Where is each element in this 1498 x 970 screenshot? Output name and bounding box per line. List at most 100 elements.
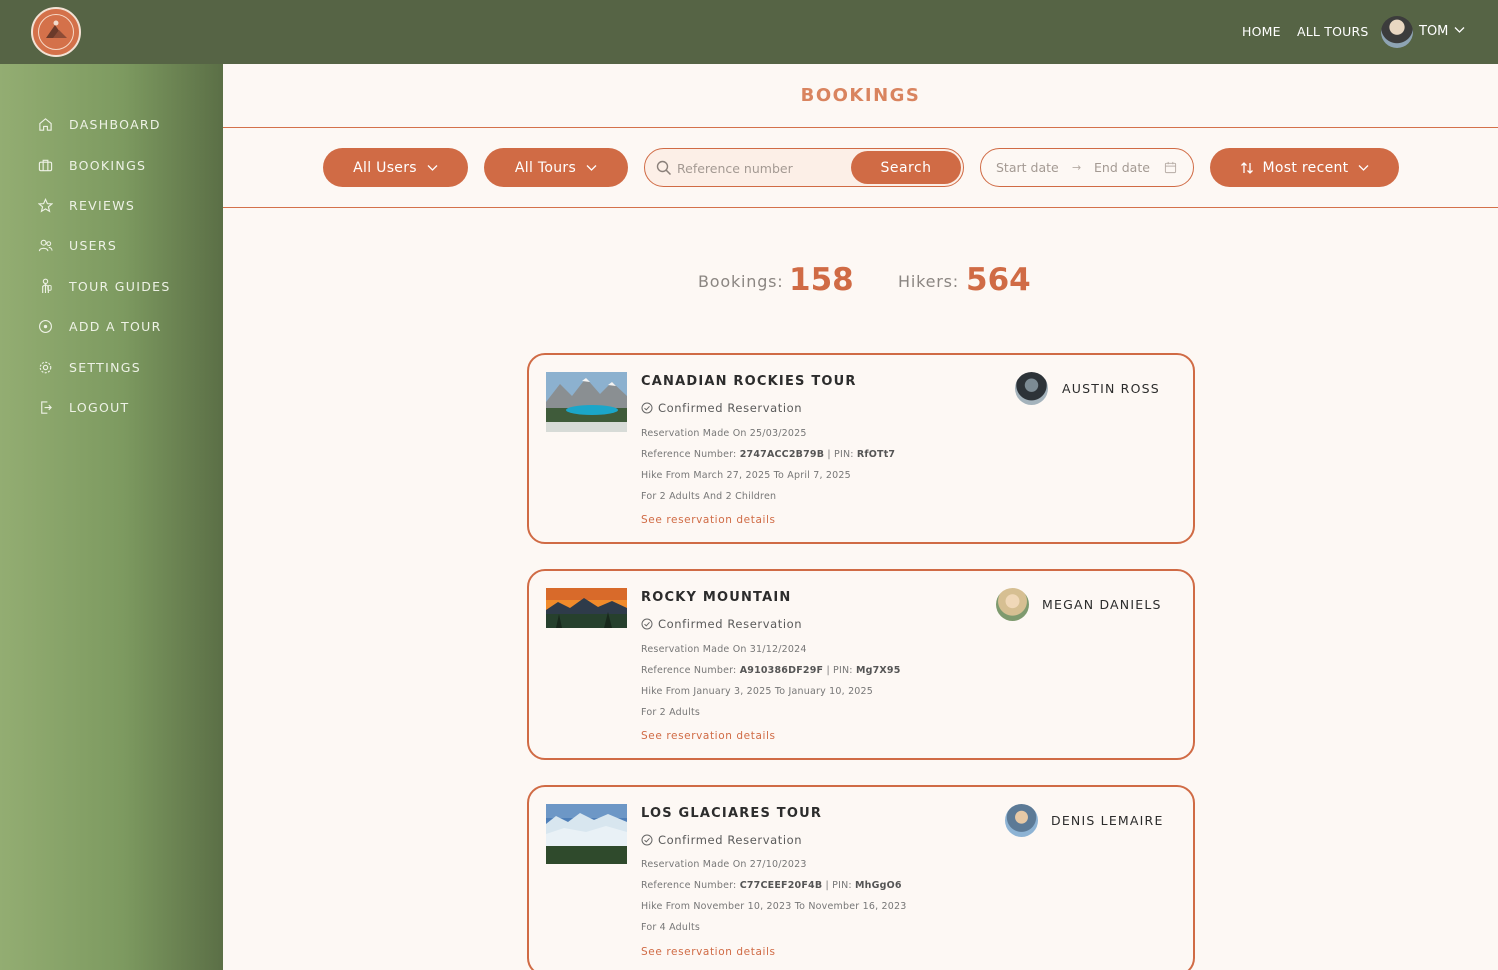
top-bar: HOME ALL TOURS TOM xyxy=(0,0,1498,64)
hike-dates: Hike From November 10, 2023 To November … xyxy=(641,901,907,912)
add-circle-icon xyxy=(36,317,54,335)
sidebar-item-settings[interactable]: SETTINGS xyxy=(36,357,141,377)
check-circle-icon xyxy=(641,834,653,846)
sidebar-item-label: BOOKINGS xyxy=(69,157,147,173)
party-size: For 4 Adults xyxy=(641,922,701,933)
reservation-status: Confirmed Reservation xyxy=(641,833,802,847)
avatar[interactable] xyxy=(996,588,1029,621)
reservation-status: Confirmed Reservation xyxy=(641,401,802,415)
page-title: BOOKINGS xyxy=(800,85,921,106)
nav-all-tours[interactable]: ALL TOURS xyxy=(1297,24,1369,39)
status-text: Confirmed Reservation xyxy=(658,833,803,847)
start-date-field[interactable]: Start date xyxy=(996,160,1059,175)
filter-bar: All Users All Tours Search Start date → … xyxy=(223,128,1498,208)
search-box: Search xyxy=(644,148,964,187)
sort-label: Most recent xyxy=(1262,159,1349,176)
tour-thumbnail[interactable] xyxy=(546,588,627,628)
reservation-details-link[interactable]: See reservation details xyxy=(641,730,776,742)
sidebar-item-label: TOUR GUIDES xyxy=(69,278,171,294)
arrow-right-icon: → xyxy=(1072,161,1082,174)
sidebar-item-bookings[interactable]: BOOKINGS xyxy=(36,155,146,175)
status-text: Confirmed Reservation xyxy=(658,617,803,631)
reference-label: Reference Number: xyxy=(641,665,737,676)
users-icon xyxy=(36,236,54,254)
sidebar-item-logout[interactable]: LOGOUT xyxy=(36,397,129,417)
sidebar-item-label: USERS xyxy=(69,237,118,253)
reference-number-input[interactable] xyxy=(677,157,847,179)
pin-code: MhGgO6 xyxy=(855,880,902,891)
chevron-down-icon xyxy=(1358,164,1369,171)
end-date-field[interactable]: End date xyxy=(1094,160,1150,175)
sidebar-item-label: REVIEWS xyxy=(69,197,136,213)
bookings-count: 158 xyxy=(789,262,854,298)
mountain-icon xyxy=(46,20,67,38)
calendar-icon xyxy=(1164,161,1177,174)
tours-filter-dropdown[interactable]: All Tours xyxy=(484,148,628,187)
reservation-date: Reservation Made On 31/12/2024 xyxy=(641,644,807,655)
sidebar-item-users[interactable]: USERS xyxy=(36,235,117,255)
briefcase-icon xyxy=(36,156,54,174)
sort-dropdown[interactable]: Most recent xyxy=(1210,148,1399,187)
logout-icon xyxy=(36,398,54,416)
reference-label: Reference Number: xyxy=(641,880,737,891)
avatar[interactable] xyxy=(1005,804,1038,837)
user-menu-name[interactable]: TOM xyxy=(1419,24,1448,39)
pin-code: RfOTt7 xyxy=(856,449,896,460)
sidebar-item-reviews[interactable]: REVIEWS xyxy=(36,195,135,215)
booking-user-name[interactable]: DENIS LEMAIRE xyxy=(1051,813,1164,828)
sort-icon xyxy=(1240,161,1253,174)
reservation-details-link[interactable]: See reservation details xyxy=(641,946,776,958)
nav-home[interactable]: HOME xyxy=(1242,24,1281,39)
tour-thumbnail[interactable] xyxy=(546,372,627,432)
user-avatar[interactable] xyxy=(1381,16,1413,48)
reservation-date: Reservation Made On 27/10/2023 xyxy=(641,859,807,870)
chevron-down-icon[interactable] xyxy=(1454,26,1465,34)
pin-label: | PIN: xyxy=(827,449,854,460)
reservation-status: Confirmed Reservation xyxy=(641,617,802,631)
pin-code: Mg7X95 xyxy=(855,665,901,676)
sidebar-item-label: ADD A TOUR xyxy=(69,318,162,334)
users-filter-label: All Users xyxy=(353,159,417,176)
reservation-date: Reservation Made On 25/03/2025 xyxy=(641,428,807,439)
tour-name: LOS GLACIARES TOUR xyxy=(641,806,823,821)
date-range-picker[interactable]: Start date → End date xyxy=(980,148,1194,187)
hike-dates: Hike From January 3, 2025 To January 10,… xyxy=(641,686,874,697)
chevron-down-icon xyxy=(586,164,597,171)
check-circle-icon xyxy=(641,402,653,414)
booking-card: ROCKY MOUNTAIN Confirmed Reservation Res… xyxy=(527,569,1195,760)
page-header: BOOKINGS xyxy=(223,64,1498,128)
bookings-count-label: Bookings: xyxy=(698,272,784,291)
users-filter-dropdown[interactable]: All Users xyxy=(323,148,468,187)
sidebar-item-add-tour[interactable]: ADD A TOUR xyxy=(36,316,162,336)
tour-thumbnail[interactable] xyxy=(546,804,627,864)
logo[interactable] xyxy=(31,7,81,57)
gear-icon xyxy=(36,358,54,376)
booking-card: LOS GLACIARES TOUR Confirmed Reservation… xyxy=(527,785,1195,970)
status-text: Confirmed Reservation xyxy=(658,401,803,415)
booking-user-name[interactable]: MEGAN DANIELS xyxy=(1042,597,1162,612)
booking-user-name[interactable]: AUSTIN ROSS xyxy=(1062,381,1160,396)
sidebar-item-label: SETTINGS xyxy=(69,359,141,375)
sidebar-item-label: DASHBOARD xyxy=(69,116,161,132)
tours-filter-label: All Tours xyxy=(514,159,577,176)
search-button[interactable]: Search xyxy=(851,151,961,184)
reference-line: Reference Number: A910386DF29F | PIN: Mg… xyxy=(641,665,901,676)
pin-label: | PIN: xyxy=(825,880,852,891)
star-icon xyxy=(36,196,54,214)
home-icon xyxy=(36,115,54,133)
tour-name: ROCKY MOUNTAIN xyxy=(641,590,792,605)
hikers-count-label: Hikers: xyxy=(898,272,959,291)
sidebar-item-tour-guides[interactable]: TOUR GUIDES xyxy=(36,276,171,296)
avatar[interactable] xyxy=(1015,372,1048,405)
party-size: For 2 Adults xyxy=(641,707,701,718)
check-circle-icon xyxy=(641,618,653,630)
hikers-count: 564 xyxy=(966,262,1031,298)
sidebar-item-label: LOGOUT xyxy=(69,399,130,415)
reference-label: Reference Number: xyxy=(641,449,737,460)
reference-number: A910386DF29F xyxy=(739,665,824,676)
sidebar-item-dashboard[interactable]: DASHBOARD xyxy=(36,114,161,134)
party-size: For 2 Adults And 2 Children xyxy=(641,491,777,502)
search-icon xyxy=(656,160,672,176)
pin-label: | PIN: xyxy=(826,665,853,676)
reservation-details-link[interactable]: See reservation details xyxy=(641,514,776,526)
